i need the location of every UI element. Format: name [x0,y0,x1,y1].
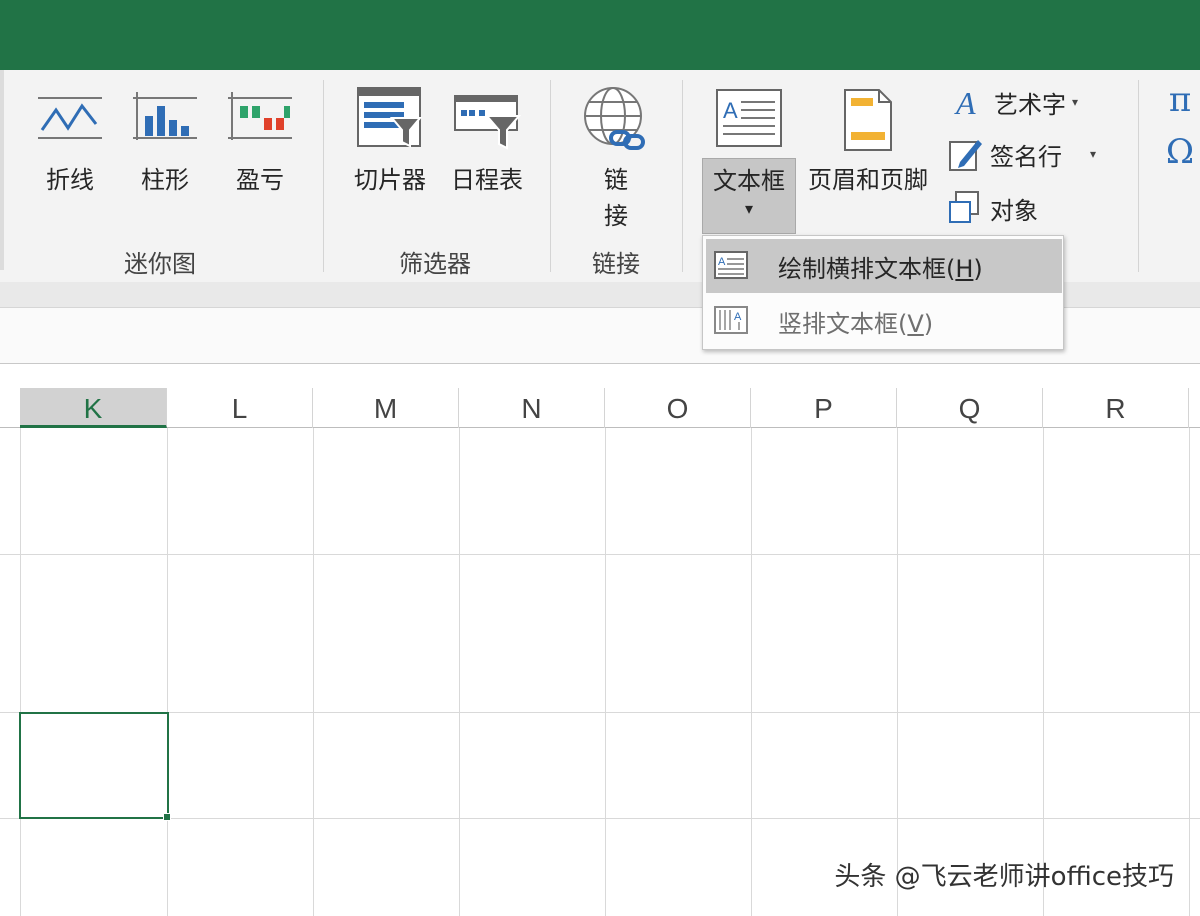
svg-text:A: A [734,311,742,323]
object-icon [949,191,979,223]
menu-item-label: 绘制横排文本框(H) [778,254,983,283]
textbox-icon: A [716,89,782,147]
link-icon [584,87,645,150]
line-sparkline-button[interactable]: 折线 [30,84,110,194]
column-header-k[interactable]: K [20,388,167,428]
menu-item-label: 竖排文本框(V) [778,309,934,338]
menu-item-horizontal-textbox[interactable]: A 绘制横排文本框(H) [706,239,1062,293]
header-footer-label: 页眉和页脚 [808,166,928,194]
link-label-line1: 链 [604,166,628,194]
chevron-down-icon: ▾ [1072,95,1079,109]
header-footer-button[interactable]: 页眉和页脚 [800,84,936,194]
line-sparkline-icon [38,97,102,139]
column-sparkline-button[interactable]: 柱形 [125,84,205,194]
filters-group-label: 筛选器 [399,250,471,278]
symbol-button[interactable]: Ω [1160,132,1200,176]
selected-cell[interactable] [19,712,169,819]
timeline-button[interactable]: 日程表 [442,84,532,194]
menu-item-vertical-textbox[interactable]: A 竖排文本框(V) [706,294,1062,348]
textbox-dropdown-button[interactable]: 文本框 ▾ [702,158,796,234]
grid-line [167,428,168,916]
group-separator [682,80,683,272]
grid-line [0,712,1200,713]
horizontal-textbox-icon: A [714,251,748,279]
column-header-q[interactable]: Q [897,388,1043,428]
grid-line [605,428,606,916]
group-separator [1138,80,1139,272]
column-header-o[interactable]: O [605,388,751,428]
title-bar [0,0,1200,70]
sparklines-group-label: 迷你图 [124,250,196,278]
wordart-label: 艺术字 [994,90,1066,119]
link-button[interactable]: 链 接 [575,84,657,230]
column-header-p[interactable]: P [751,388,897,428]
grid-line [20,428,21,916]
signature-line-button[interactable]: 签名行 ▾ [948,134,1096,174]
grid-line [1043,428,1044,916]
ribbon-left-edge [0,70,4,270]
vertical-textbox-icon: A [714,306,748,334]
winloss-sparkline-label: 盈亏 [236,166,284,194]
grid-line [459,428,460,916]
grid-line [751,428,752,916]
links-group-label: 链接 [592,250,640,278]
grid-line [897,428,898,916]
slicer-icon [357,87,423,148]
textbox-icon-button[interactable]: A [702,84,796,156]
chevron-down-icon: ▾ [744,199,754,218]
line-sparkline-label: 折线 [46,166,94,194]
grid-line [313,428,314,916]
timeline-label: 日程表 [451,166,523,194]
svg-text:A: A [954,85,976,120]
textbox-dropdown-menu: A 绘制横排文本框(H) A 竖排文本框(V) [702,235,1064,350]
object-label: 对象 [990,196,1038,225]
column-header-r[interactable]: R [1043,388,1189,428]
chevron-down-icon: ▾ [1090,147,1097,161]
group-separator [550,80,551,272]
signature-line-label: 签名行 [990,142,1062,171]
wordart-button[interactable]: A 艺术字 ▾ [952,82,1078,122]
fill-handle[interactable] [163,813,171,821]
cell-grid[interactable] [0,428,1200,916]
column-header-row: K L M N O P Q R [0,388,1200,428]
column-header-n[interactable]: N [459,388,605,428]
link-label-line2: 接 [604,202,628,230]
grid-line [1189,428,1190,916]
grid-line [0,554,1200,555]
textbox-label: 文本框 [713,167,785,195]
svg-text:A: A [718,256,726,268]
column-header-m[interactable]: M [313,388,459,428]
svg-text:A: A [723,98,738,123]
signature-line-icon [949,140,982,171]
group-separator [323,80,324,272]
grid-line [0,818,1200,819]
winloss-sparkline-icon [228,92,292,140]
object-button[interactable]: 对象 [948,188,1038,228]
slicer-button[interactable]: 切片器 [345,84,435,194]
slicer-label: 切片器 [354,166,426,194]
column-sparkline-icon [133,92,197,140]
winloss-sparkline-button[interactable]: 盈亏 [220,84,300,194]
header-footer-icon [844,89,892,151]
column-header-l[interactable]: L [167,388,313,428]
wordart-icon: A [954,85,976,120]
equation-button[interactable]: π [1160,80,1200,124]
column-sparkline-label: 柱形 [141,166,189,194]
watermark: 头条 @飞云老师讲office技巧 [834,862,1174,892]
omega-icon: Ω [1165,132,1195,172]
timeline-icon [454,95,521,150]
pi-icon: π [1168,80,1192,120]
